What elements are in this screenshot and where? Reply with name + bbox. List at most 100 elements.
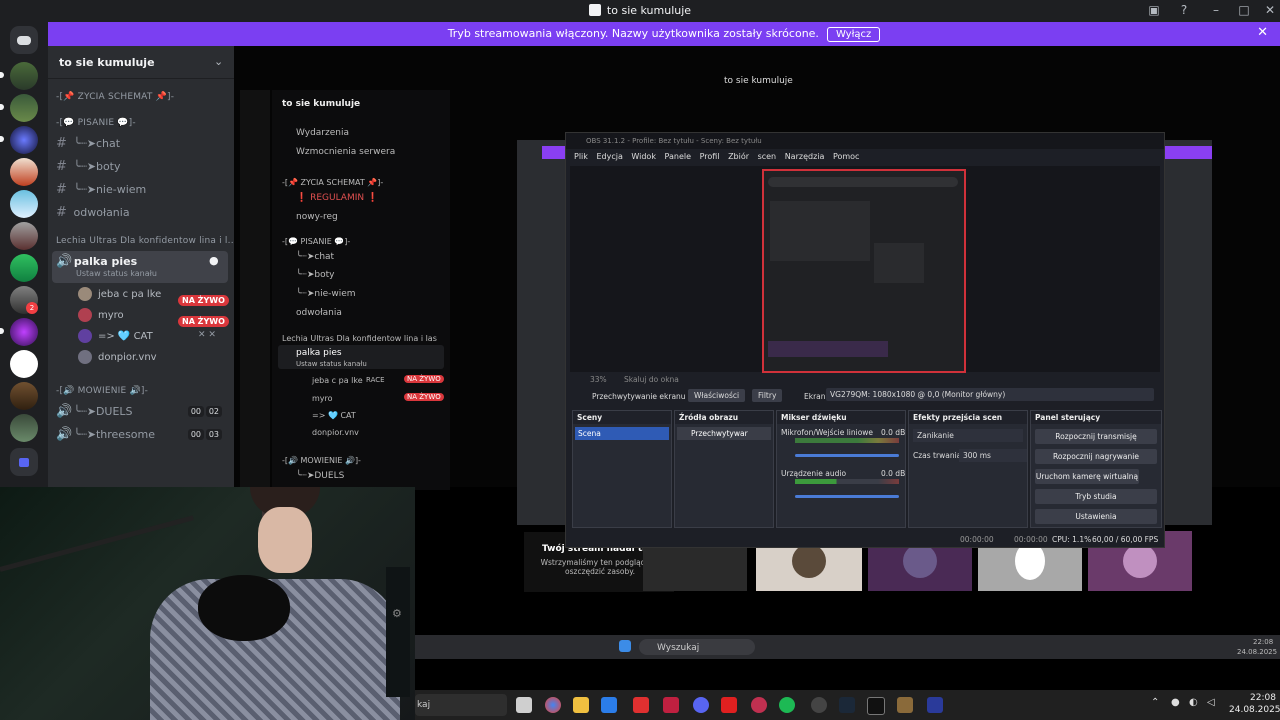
voice-user[interactable]: => 🩵 CAT bbox=[98, 331, 153, 342]
menu-item[interactable]: Plik bbox=[574, 152, 588, 161]
menu-item[interactable]: Profil bbox=[700, 152, 720, 161]
folder-icon[interactable] bbox=[10, 448, 38, 476]
microphone-icon[interactable]: ● bbox=[1171, 697, 1180, 708]
captured-time: 22:08 bbox=[1253, 638, 1274, 646]
voice-user[interactable]: donpior.vnv bbox=[98, 352, 157, 363]
captured-item: odwołania bbox=[296, 308, 342, 318]
source-item[interactable]: Przechwytywar bbox=[677, 427, 771, 440]
close-banner-icon[interactable]: ✕ bbox=[1257, 25, 1268, 40]
menu-item[interactable]: Narzędzia bbox=[785, 152, 825, 161]
channel-chat[interactable]: # ╰┈➤chat bbox=[56, 136, 120, 151]
app-icon[interactable] bbox=[633, 697, 649, 713]
virtual-camera-button[interactable]: Uruchom kamerę wirtualną bbox=[1035, 469, 1139, 484]
discord-taskbar-icon[interactable] bbox=[693, 697, 709, 713]
duration-input[interactable]: 300 ms bbox=[959, 449, 1027, 462]
channel-boty[interactable]: # ╰┈➤boty bbox=[56, 159, 121, 174]
network-icon[interactable]: ◐ bbox=[1189, 697, 1198, 708]
category-lechia[interactable]: Lechia Ultras Dla konfidentow lina i l..… bbox=[56, 236, 237, 246]
category-mowienie[interactable]: -[🔊 MOWIENIE 🔊]- bbox=[56, 386, 148, 396]
server-icon[interactable] bbox=[10, 414, 38, 442]
captured-taskbar: Wyszukaj 22:08 24.08.2025 bbox=[415, 635, 1280, 659]
server-name[interactable]: to sie kumuluje bbox=[59, 56, 155, 69]
maximize-button[interactable]: □ bbox=[1234, 3, 1254, 19]
menu-item[interactable]: Widok bbox=[631, 152, 656, 161]
properties-button[interactable]: Właściwości bbox=[688, 389, 746, 402]
menu-item[interactable]: Edycja bbox=[596, 152, 622, 161]
chevron-down-icon[interactable]: ⌄ bbox=[214, 55, 223, 68]
file-explorer-icon[interactable] bbox=[573, 697, 589, 713]
server-icon[interactable] bbox=[10, 62, 38, 90]
steam-icon[interactable] bbox=[839, 697, 855, 713]
minimize-button[interactable]: – bbox=[1206, 3, 1226, 19]
volume-slider[interactable] bbox=[795, 495, 899, 498]
menu-item[interactable]: Panele bbox=[665, 152, 692, 161]
tray-chevron-icon[interactable]: ⌃ bbox=[1151, 697, 1159, 708]
zoom-level[interactable]: 33% bbox=[590, 375, 607, 384]
app-icon[interactable] bbox=[927, 697, 943, 713]
filters-button[interactable]: Filtry bbox=[752, 389, 783, 402]
spotify-icon[interactable] bbox=[779, 697, 795, 713]
server-icon[interactable] bbox=[10, 158, 38, 186]
close-button[interactable]: ✕ bbox=[1260, 3, 1280, 19]
chat-icon[interactable]: ● bbox=[209, 254, 219, 267]
settings-button[interactable]: Ustawienia bbox=[1035, 509, 1157, 524]
obs-preview[interactable] bbox=[762, 169, 966, 373]
voice-user[interactable]: jeba c pa lke bbox=[98, 289, 161, 300]
speaker-icon: 🔊 bbox=[56, 254, 73, 269]
screen-select[interactable]: VG279QM: 1080x1080 @ 0,0 (Monitor główny… bbox=[826, 388, 1154, 401]
menu-item[interactable]: Zbiór scen bbox=[728, 152, 776, 161]
app-icon[interactable] bbox=[721, 697, 737, 713]
volume-slider[interactable] bbox=[795, 454, 899, 457]
server-icon[interactable] bbox=[10, 222, 38, 250]
avatar bbox=[78, 329, 92, 343]
discord-home-icon[interactable] bbox=[10, 26, 38, 54]
scale-mode[interactable]: Skaluj do okna bbox=[624, 375, 679, 384]
app-icon[interactable] bbox=[897, 697, 913, 713]
start-streaming-button[interactable]: Rozpocznij transmisję bbox=[1035, 429, 1157, 444]
dock-title: Panel sterujący bbox=[1031, 411, 1161, 424]
transition-select[interactable]: Zanikanie bbox=[913, 429, 1023, 442]
hash-icon: # bbox=[56, 136, 67, 151]
taskbar-time[interactable]: 22:08 bbox=[1250, 693, 1276, 703]
voice-user[interactable]: myro bbox=[98, 310, 124, 321]
start-recording-button[interactable]: Rozpocznij nagrywanie bbox=[1035, 449, 1157, 464]
voice-channel-threesome[interactable]: 🔊 ╰┈➤threesome bbox=[56, 427, 155, 442]
studio-mode-button[interactable]: Tryb studia bbox=[1035, 489, 1157, 504]
disable-streamer-button[interactable]: Wyłącz bbox=[826, 27, 881, 42]
channel-label: ╰┈➤boty bbox=[73, 160, 121, 173]
scene-item[interactable]: Scena bbox=[575, 427, 669, 440]
category-zycia-schemat[interactable]: -[📌 ZYCIA SCHEMAT 📌]- bbox=[56, 92, 174, 102]
server-icon[interactable] bbox=[10, 350, 38, 378]
chrome-icon[interactable] bbox=[545, 697, 561, 713]
server-icon[interactable] bbox=[10, 318, 38, 346]
server-icon[interactable] bbox=[10, 126, 38, 154]
user-count: 00 bbox=[187, 406, 204, 417]
mention-badge: 2 bbox=[26, 302, 38, 314]
captured-date: 24.08.2025 bbox=[1237, 648, 1278, 656]
server-icon[interactable] bbox=[10, 94, 38, 122]
webcam-overlay: ⚙ bbox=[0, 487, 415, 720]
scenes-dock: Sceny Scena bbox=[572, 410, 672, 528]
voice-channel-palka-pies[interactable]: 🔊 palka pies bbox=[56, 254, 137, 269]
voice-channel-duels[interactable]: 🔊 ╰┈➤DUELS bbox=[56, 404, 133, 419]
ms-store-icon[interactable] bbox=[601, 697, 617, 713]
channel-odwolania[interactable]: # odwołania bbox=[56, 205, 130, 220]
voice-status[interactable]: Ustaw status kanału bbox=[76, 269, 157, 278]
help-icon[interactable]: ? bbox=[1174, 3, 1194, 19]
captured-item: -[📌 ZYCIA SCHEMAT 📌]- bbox=[282, 178, 384, 187]
taskbar-date[interactable]: 24.08.2025 bbox=[1229, 705, 1280, 715]
category-pisanie[interactable]: -[💬 PISANIE 💬]- bbox=[56, 118, 136, 128]
app-icon[interactable] bbox=[751, 697, 767, 713]
app-icon[interactable] bbox=[663, 697, 679, 713]
server-icon[interactable] bbox=[10, 190, 38, 218]
menu-item[interactable]: Pomoc bbox=[833, 152, 860, 161]
app-icon[interactable] bbox=[867, 697, 885, 715]
user-limit: 03 bbox=[205, 429, 222, 440]
server-icon[interactable] bbox=[10, 254, 38, 282]
channel-nie-wiem[interactable]: # ╰┈➤nie-wiem bbox=[56, 182, 146, 197]
server-icon[interactable] bbox=[10, 382, 38, 410]
task-view-icon[interactable] bbox=[516, 697, 532, 713]
obs-taskbar-icon[interactable] bbox=[811, 697, 827, 713]
inbox-icon[interactable]: ▣ bbox=[1144, 3, 1164, 19]
volume-icon[interactable]: ◁ bbox=[1207, 697, 1215, 708]
